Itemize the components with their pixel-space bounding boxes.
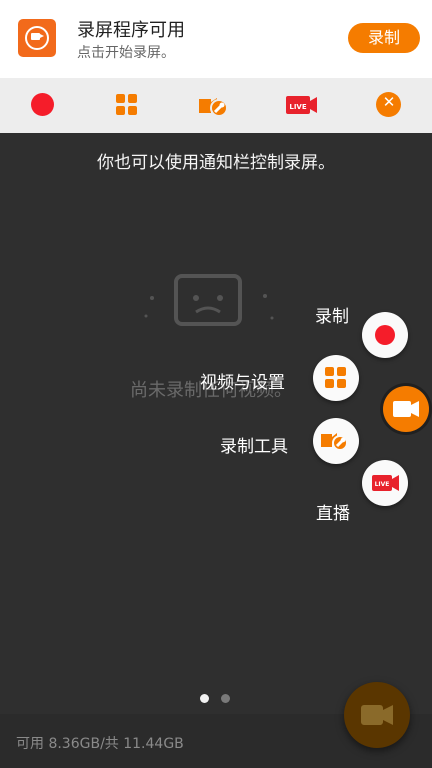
fab-label-record-tools[interactable]: 录制工具	[220, 432, 288, 457]
storage-text: 可用 8.36GB/共 11.44GB	[16, 736, 184, 752]
record-dot-icon	[375, 325, 395, 345]
tools-icon	[321, 433, 348, 451]
live-icon: LIVE	[372, 475, 399, 491]
grid-icon	[325, 367, 347, 389]
fab-label-record[interactable]: 录制	[315, 302, 349, 327]
floating-bubble[interactable]	[383, 386, 429, 432]
notification-title: 录屏程序可用	[77, 20, 185, 41]
live-icon-text: LIVE	[375, 481, 390, 488]
fab-live-button[interactable]: LIVE	[362, 460, 408, 506]
live-icon-text: LIVE	[289, 103, 306, 111]
notification-subtitle: 点击开始录屏。	[77, 45, 175, 61]
grid-icon[interactable]	[112, 90, 142, 120]
fab-record-tools-button[interactable]	[313, 418, 359, 464]
fab-record-button[interactable]	[362, 312, 408, 358]
record-button[interactable]: 录制	[348, 23, 420, 53]
page-dot-active[interactable]	[200, 694, 209, 703]
live-icon[interactable]: LIVE	[285, 90, 319, 120]
record-dot-icon[interactable]	[28, 90, 58, 120]
notification-actions-bar: LIVE ✕	[0, 78, 432, 133]
close-icon[interactable]: ✕	[374, 90, 404, 120]
record-fab-button[interactable]	[344, 682, 410, 748]
tools-icon[interactable]	[197, 90, 231, 120]
notification-card[interactable]: 录屏程序可用 点击开始录屏。 录制	[0, 0, 432, 78]
fab-videos-settings-button[interactable]	[313, 355, 359, 401]
app-icon	[18, 19, 56, 57]
fab-label-videos-settings[interactable]: 视频与设置	[200, 368, 285, 393]
fab-label-live[interactable]: 直播	[316, 499, 350, 524]
empty-state-illustration	[140, 268, 280, 338]
hint-text: 你也可以使用通知栏控制录屏。	[97, 153, 335, 173]
page-dot[interactable]	[221, 694, 230, 703]
